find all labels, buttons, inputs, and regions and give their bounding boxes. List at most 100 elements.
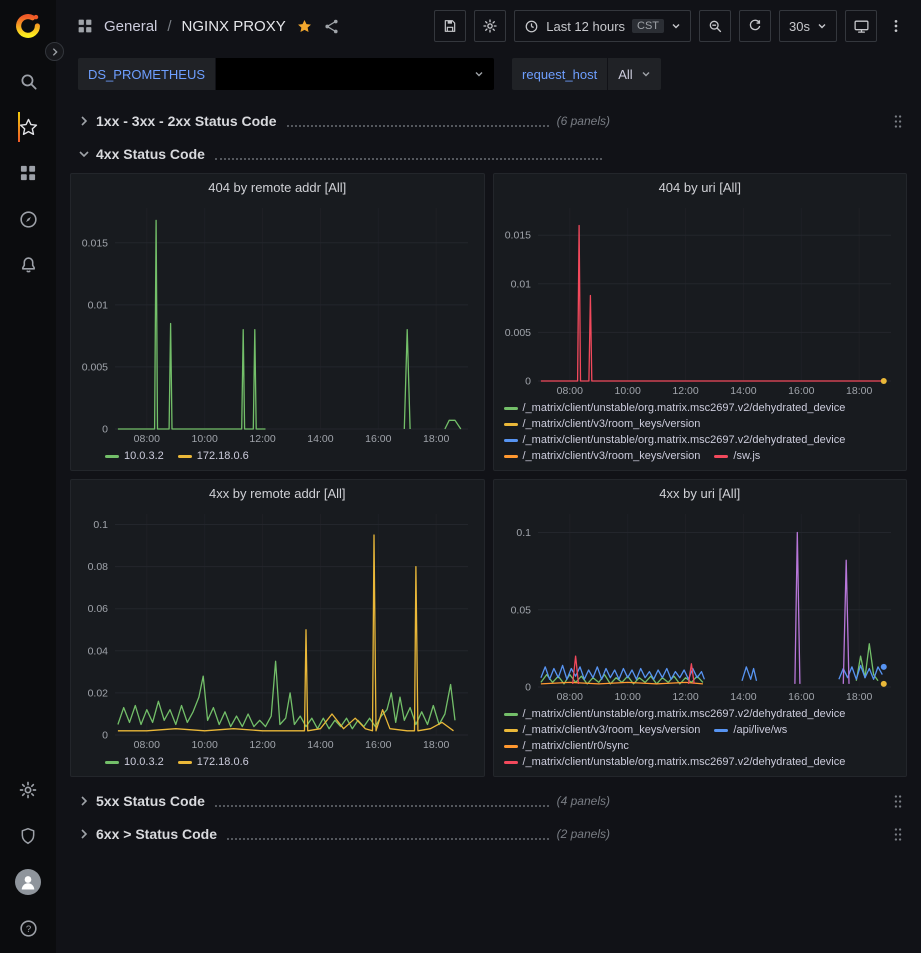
chevron-right-icon (78, 828, 96, 840)
panel-header[interactable]: 4xx by remote addr [All] (71, 480, 484, 506)
sidebar-item-search[interactable] (18, 58, 39, 104)
legend-series-marker (178, 761, 192, 764)
time-series-chart[interactable]: 08:0010:0012:0014:0016:0018:0000.020.040… (73, 506, 478, 751)
row-1xx-3xx-2xx-status-code[interactable]: 1xx - 3xx - 2xx Status Code (6 panels) (70, 107, 907, 135)
chevron-down-icon (641, 69, 651, 79)
legend-series-label: 10.0.3.2 (124, 754, 164, 770)
panel-4xx-by-uri: 4xx by uri [All] 08:0010:0012:0014:0016:… (493, 479, 908, 777)
legend-series-marker (105, 761, 119, 764)
zoom-out-button[interactable] (699, 10, 731, 42)
legend-series-marker (504, 729, 518, 732)
legend-item[interactable]: /api/live/ws (714, 722, 787, 738)
apps-grid-icon (76, 17, 94, 35)
panel-header[interactable]: 4xx by uri [All] (494, 480, 907, 506)
chart-legend: 10.0.3.2 172.18.0.6 (73, 445, 478, 466)
legend-item[interactable]: /_matrix/client/unstable/org.matrix.msc2… (504, 754, 846, 770)
row-panel-count: (6 panels) (557, 114, 610, 128)
tv-mode-button[interactable] (845, 10, 877, 42)
legend-item[interactable]: /sw.js (714, 448, 760, 464)
chevron-down-icon (817, 21, 827, 31)
breadcrumb-separator: / (167, 18, 171, 35)
panel-title: 404 by uri [All] (659, 180, 741, 195)
breadcrumb-dashboard-title[interactable]: NGINX PROXY (182, 18, 286, 35)
drag-handle-icon[interactable] (893, 827, 907, 842)
timezone-badge: CST (632, 19, 664, 33)
chevron-down-icon (78, 148, 96, 160)
legend-series-marker (504, 745, 518, 748)
svg-text:?: ? (25, 924, 30, 935)
drag-handle-icon[interactable] (893, 794, 907, 809)
datasource-select[interactable] (216, 58, 494, 90)
legend-item[interactable]: /_matrix/client/v3/room_keys/version (504, 416, 701, 432)
legend-series-marker (504, 407, 518, 410)
row-6xx-status-code[interactable]: 6xx > Status Code (2 panels) (70, 820, 907, 848)
legend-item[interactable]: /_matrix/client/r0/sync (504, 738, 629, 754)
panel-body: 08:0010:0012:0014:0016:0018:0000.0050.01… (71, 200, 484, 470)
legend-item[interactable]: /_matrix/client/unstable/org.matrix.msc2… (504, 432, 846, 448)
panel-header[interactable]: 404 by remote addr [All] (71, 174, 484, 200)
monitor-icon (853, 18, 870, 35)
legend-item[interactable]: 10.0.3.2 (105, 754, 164, 770)
time-series-chart[interactable]: 08:0010:0012:0014:0016:0018:0000.0050.01… (496, 200, 901, 397)
chart-canvas[interactable]: 08:0010:0012:0014:0016:0018:0000.050.1 (496, 506, 901, 703)
legend-item[interactable]: 172.18.0.6 (178, 754, 249, 770)
svg-text:0.04: 0.04 (88, 645, 109, 657)
save-dashboard-button[interactable] (434, 10, 466, 42)
share-icon (323, 18, 340, 35)
favorite-star-button[interactable] (296, 18, 313, 35)
svg-text:12:00: 12:00 (672, 385, 698, 397)
chart-canvas[interactable]: 08:0010:0012:0014:0016:0018:0000.020.040… (73, 506, 478, 751)
row-title: 1xx - 3xx - 2xx Status Code (96, 113, 277, 129)
variable-label: DS_PROMETHEUS (78, 58, 215, 90)
sidebar-expand-button[interactable] (45, 42, 64, 61)
svg-text:0.1: 0.1 (516, 527, 531, 539)
legend-series-label: 172.18.0.6 (197, 754, 249, 770)
legend-series-label: 172.18.0.6 (197, 448, 249, 464)
sidebar-item-server-admin[interactable] (0, 813, 56, 859)
svg-text:0.01: 0.01 (510, 278, 531, 290)
svg-text:16:00: 16:00 (365, 433, 391, 445)
time-range-picker[interactable]: Last 12 hours CST (514, 10, 691, 42)
svg-text:08:00: 08:00 (134, 433, 160, 445)
row-5xx-status-code[interactable]: 5xx Status Code (4 panels) (70, 787, 907, 815)
drag-handle-icon[interactable] (893, 114, 907, 129)
sidebar-item-starred[interactable] (18, 104, 39, 150)
legend-item[interactable]: /_matrix/client/v3/room_keys/version (504, 722, 701, 738)
time-series-chart[interactable]: 08:0010:0012:0014:0016:0018:0000.0050.01… (73, 200, 478, 445)
legend-item[interactable]: /_matrix/client/unstable/org.matrix.msc2… (504, 400, 846, 416)
sidebar-item-explore[interactable] (18, 196, 39, 242)
legend-item[interactable]: 10.0.3.2 (105, 448, 164, 464)
refresh-button[interactable] (739, 10, 771, 42)
time-series-chart[interactable]: 08:0010:0012:0014:0016:0018:0000.050.1 (496, 506, 901, 703)
sidebar-item-configuration[interactable] (0, 767, 56, 813)
legend-series-marker (178, 455, 192, 458)
svg-text:14:00: 14:00 (730, 385, 756, 397)
request-host-select[interactable]: All (608, 58, 660, 90)
star-filled-icon (296, 18, 313, 35)
legend-series-marker (504, 455, 518, 458)
chart-canvas[interactable]: 08:0010:0012:0014:0016:0018:0000.0050.01… (73, 200, 478, 445)
sidebar-item-help[interactable]: ? (0, 905, 56, 951)
avatar (15, 869, 41, 895)
chart-canvas[interactable]: 08:0010:0012:0014:0016:0018:0000.0050.01… (496, 200, 901, 397)
help-circle-icon: ? (18, 918, 39, 939)
legend-item[interactable]: 172.18.0.6 (178, 448, 249, 464)
row-4xx-status-code[interactable]: 4xx Status Code (70, 140, 907, 168)
kebab-menu-button[interactable] (885, 10, 907, 42)
refresh-interval-select[interactable]: 30s (779, 10, 837, 42)
dotted-leader (227, 829, 549, 840)
sidebar-item-profile[interactable] (0, 859, 56, 905)
variable-label: request_host (512, 58, 607, 90)
sidebar-item-dashboards[interactable] (18, 150, 39, 196)
share-dashboard-button[interactable] (323, 18, 340, 35)
panel-header[interactable]: 404 by uri [All] (494, 174, 907, 200)
legend-item[interactable]: /_matrix/client/v3/room_keys/version (504, 448, 701, 464)
breadcrumb-folder[interactable]: General (104, 18, 157, 35)
dashboard-settings-button[interactable] (474, 10, 506, 42)
sidebar-item-alerting[interactable] (18, 242, 39, 288)
svg-text:08:00: 08:00 (134, 739, 160, 751)
row-left: 6xx > Status Code (2 panels) (70, 826, 610, 842)
legend-item[interactable]: /_matrix/client/unstable/org.matrix.msc2… (504, 706, 846, 722)
panel-body: 08:0010:0012:0014:0016:0018:0000.050.1 /… (494, 506, 907, 776)
shield-icon (18, 826, 38, 846)
